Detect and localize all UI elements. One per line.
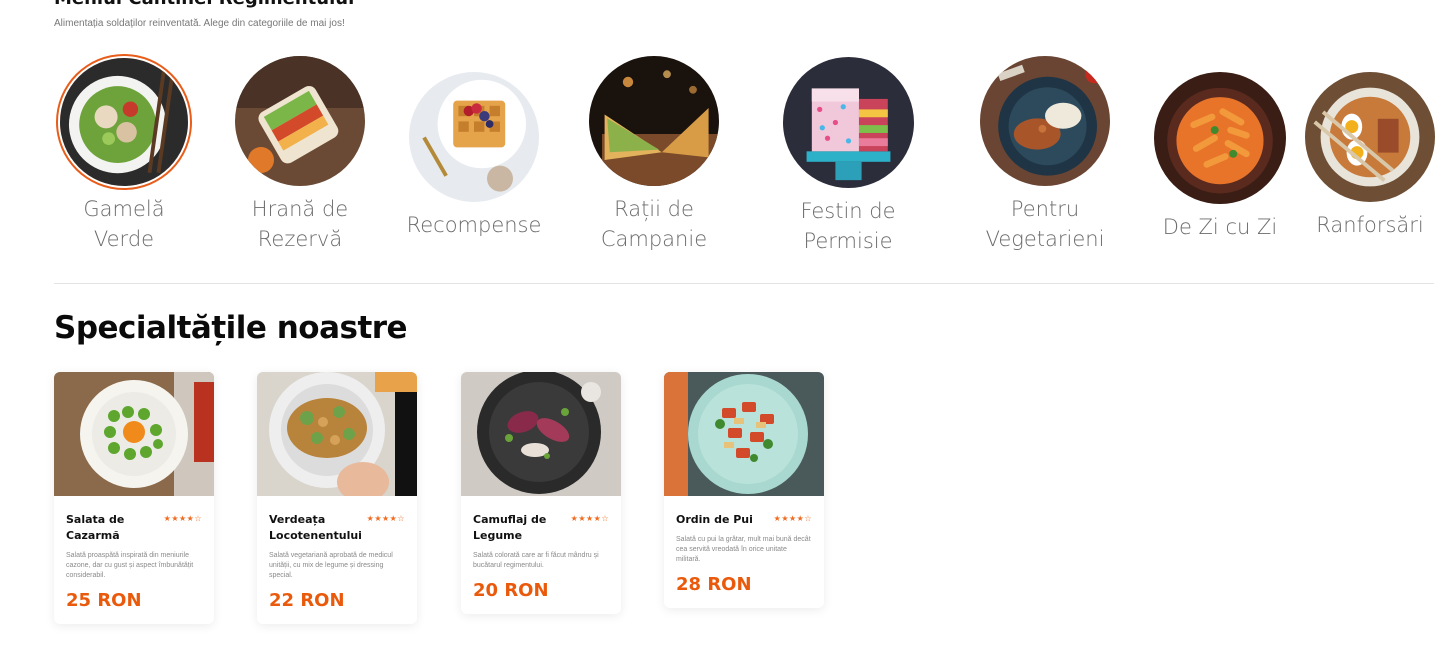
category-pentru-vegetarieni[interactable]: Pentru Vegetarieni [970, 56, 1120, 254]
product-price: 22 RON [269, 590, 345, 611]
product-name: Ordin de Pui [676, 513, 753, 526]
category-image [409, 72, 539, 202]
product-name: Verdeața Locotenentului [269, 513, 362, 542]
rating-stars: ★★★★☆ [570, 514, 609, 523]
product-name: Salata de Cazarmă [66, 513, 125, 542]
product-card[interactable]: Salata de Cazarmă ★★★★☆ Salată proaspătă… [54, 372, 214, 624]
product-price: 20 RON [473, 580, 549, 601]
category-ratii-de-campanie[interactable]: Rații de Campanie [586, 56, 722, 254]
category-label: Recompense [406, 213, 542, 237]
product-card[interactable]: Verdeața Locotenentului ★★★★☆ Salată veg… [257, 372, 417, 624]
category-image [980, 56, 1110, 186]
category-image [782, 57, 914, 188]
category-hrana-de-rezerva[interactable]: Hrană de Rezervă [232, 56, 368, 254]
category-image [1154, 72, 1286, 204]
product-card[interactable]: Ordin de Pui ★★★★☆ Salată cu pui la grăt… [664, 372, 824, 608]
category-label: Ranforsări [1316, 213, 1424, 237]
product-description: Salată colorată care ar fi făcut mândru … [473, 552, 599, 569]
product-image [664, 372, 824, 496]
rating-stars: ★★★★☆ [163, 514, 202, 523]
category-label: Rații de Campanie [600, 197, 708, 251]
product-image [461, 372, 621, 496]
product-name: Camuflaj de Legume [473, 513, 547, 542]
product-description: Salată cu pui la grătar, mult mai bună d… [676, 536, 811, 563]
category-image [589, 56, 719, 186]
category-label: Pentru Vegetarieni [985, 197, 1105, 251]
page-heading: Meniul Cantinei Regimentului [54, 0, 354, 9]
category-festin-de-permisie[interactable]: Festin de Permisie [778, 57, 918, 256]
category-gamela-verde[interactable]: Gamelă Verde [58, 58, 190, 254]
product-description: Salată proaspătă inspirată din meniurile… [66, 552, 194, 579]
category-image [1305, 72, 1435, 202]
product-description: Salată vegetariană aprobată de medicul u… [269, 552, 393, 579]
category-label: Gamelă Verde [83, 197, 165, 251]
product-price: 25 RON [66, 590, 142, 611]
category-de-zi-cu-zi[interactable]: De Zi cu Zi [1152, 72, 1288, 242]
rating-stars: ★★★★☆ [366, 514, 405, 523]
product-price: 28 RON [676, 574, 752, 595]
category-label: Festin de Permisie [800, 199, 896, 253]
product-image [257, 372, 417, 496]
category-recompense[interactable]: Recompense [404, 72, 544, 240]
category-label: De Zi cu Zi [1162, 215, 1278, 239]
specialties-title: Specialtățile noastre [54, 310, 408, 346]
product-image [54, 372, 214, 496]
category-image [235, 56, 365, 186]
category-ranforsari[interactable]: Ranforsări [1302, 72, 1438, 240]
rating-stars: ★★★★☆ [773, 514, 812, 523]
page-subtitle: Alimentația soldaților reinventată. Aleg… [54, 18, 345, 29]
product-card[interactable]: Camuflaj de Legume ★★★★☆ Salată colorată… [461, 372, 621, 614]
section-divider [54, 283, 1434, 284]
category-label: Hrană de Rezervă [251, 197, 349, 251]
category-image [60, 58, 188, 186]
